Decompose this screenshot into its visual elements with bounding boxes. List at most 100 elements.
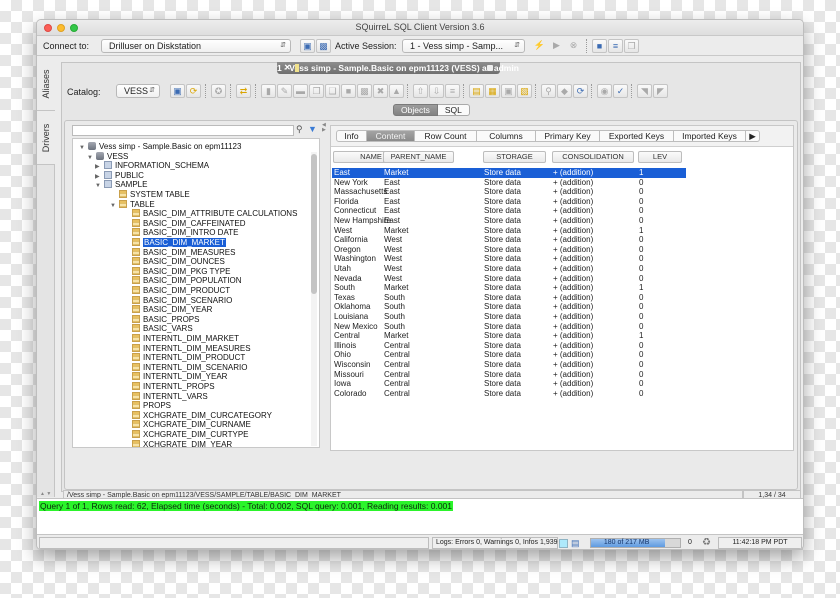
catalog-select[interactable]: VESS ⇵	[116, 84, 160, 98]
tree-scrollbar-thumb[interactable]	[311, 154, 317, 294]
tree-node[interactable]: BASIC_DIM_CAFFEINATED	[123, 218, 246, 229]
table-row[interactable]: Iowa Central Store data + (addition) 0	[332, 379, 686, 389]
table-row[interactable]: Oregon West Store data + (addition) 0	[332, 245, 686, 255]
validate-icon[interactable]: ✓	[613, 84, 628, 98]
copy-connection-icon[interactable]: ⟳	[186, 84, 201, 98]
tree-node[interactable]: BASIC_DIM_YEAR	[123, 305, 212, 315]
table-row[interactable]: Oklahoma South Store data + (addition) 0	[332, 302, 686, 312]
splitter-arrows-icon[interactable]: ◀ ▶	[322, 123, 326, 133]
column-header-parent-name[interactable]: PARENT_NAME	[383, 151, 454, 163]
tree-node[interactable]: INTERNTL_DIM_PRODUCT	[123, 353, 245, 363]
tree-node[interactable]: INTERNTL_VARS	[123, 391, 208, 402]
expand-icon[interactable]: ◥	[637, 84, 652, 98]
side-tab-aliases[interactable]: Aliases	[37, 57, 55, 111]
commit-icon[interactable]: ⇄	[236, 84, 251, 98]
tile-windows-icon[interactable]: ≡	[608, 39, 623, 53]
tab-objects[interactable]: Objects	[393, 104, 438, 116]
side-tab-drivers[interactable]: Drivers	[37, 111, 55, 165]
tree-node[interactable]: ▶ INFORMATION_SCHEMA	[95, 161, 209, 171]
cascade-windows-icon[interactable]: ❐	[624, 39, 639, 53]
maximize-window-button[interactable]	[70, 24, 78, 32]
table-row[interactable]: Connecticut East Store data + (addition) 0	[332, 206, 686, 216]
format-icon[interactable]: ◉	[597, 84, 612, 98]
tree-node[interactable]: ▶ PUBLIC	[95, 170, 144, 181]
table-row[interactable]: Nevada West Store data + (addition) 0	[332, 274, 686, 284]
sql-history-icon[interactable]: ▣	[501, 84, 516, 98]
open-folder-icon[interactable]: ▬	[293, 84, 308, 98]
table-row[interactable]: Texas South Store data + (addition) 0	[332, 293, 686, 303]
tree-node[interactable]: BASIC_DIM_ATTRIBUTE CALCULATIONS	[123, 209, 297, 219]
tab-content[interactable]: Content	[367, 130, 415, 142]
tree-node[interactable]: XCHGRATE_DIM_YEAR	[123, 439, 232, 447]
tree-scrollbar[interactable]	[311, 152, 317, 446]
tree-search-input[interactable]	[72, 125, 294, 136]
table-row[interactable]: Wisconsin Central Store data + (addition) 0	[332, 360, 686, 370]
tree-node[interactable]: INTERNTL_DIM_MARKET	[123, 334, 239, 344]
tab-sql[interactable]: SQL	[437, 104, 470, 116]
paste-icon[interactable]: ❑	[325, 84, 340, 98]
tab-exported-keys[interactable]: Exported Keys	[600, 130, 674, 142]
copy-icon[interactable]: ❐	[309, 84, 324, 98]
connect-to-select[interactable]: Drilluser on Diskstation ⇵	[101, 39, 291, 53]
new-window-icon[interactable]: ■	[592, 39, 607, 53]
tree-node[interactable]: XCHGRATE_DIM_CURNAME	[123, 420, 251, 430]
restore-session-icon[interactable]	[487, 65, 493, 71]
table-row[interactable]: Missouri Central Store data + (addition) 0	[332, 370, 686, 380]
expanded-arrow-icon[interactable]: ▼	[110, 201, 119, 211]
log-viewer-icon[interactable]: ▤	[571, 538, 580, 549]
fetch-icon[interactable]: ◆	[557, 84, 572, 98]
tree-node[interactable]: ▼ TABLE	[110, 199, 155, 211]
tree-node[interactable]: PROPS	[123, 401, 171, 411]
tree-node[interactable]: SYSTEM TABLE	[110, 190, 190, 200]
tree-node[interactable]: BASIC_DIM_MEASURES	[123, 247, 235, 258]
garbage-collect-icon[interactable]: ♻	[702, 537, 711, 548]
tab-info[interactable]: Info	[336, 130, 367, 142]
tree-node[interactable]: BASIC_DIM_SCENARIO	[123, 295, 232, 306]
delete-icon[interactable]: ✖	[373, 84, 388, 98]
tree-node[interactable]: BASIC_DIM_INTRO DATE	[123, 228, 238, 238]
tree-node[interactable]: ▼ SAMPLE	[95, 180, 147, 190]
sql-editor-icon[interactable]: ▤	[469, 84, 484, 98]
tree-node[interactable]: INTERNTL_DIM_SCENARIO	[123, 362, 247, 373]
table-row[interactable]: East Market Store data + (addition) 1	[332, 168, 686, 178]
move-down-icon[interactable]: ⇩	[429, 84, 444, 98]
filter-icon[interactable]: ▼	[308, 124, 317, 134]
tree-node[interactable]: BASIC_PROPS	[123, 314, 199, 325]
save-icon[interactable]: ■	[341, 84, 356, 98]
logs-status[interactable]: Logs: Errors 0, Warnings 0, Infos 1,939	[432, 537, 558, 549]
table-row[interactable]: Louisiana South Store data + (addition) 0	[332, 312, 686, 322]
column-header-consolidation[interactable]: CONSOLIDATION	[552, 151, 634, 163]
tree-node[interactable]: INTERNTL_DIM_YEAR	[123, 372, 227, 382]
table-row[interactable]: New York East Store data + (addition) 0	[332, 178, 686, 188]
tree-node[interactable]: BASIC_DIM_PKG TYPE	[123, 266, 230, 277]
tree-node[interactable]: BASIC_DIM_OUNCES	[123, 257, 225, 267]
stop-icon[interactable]: ⊗	[566, 39, 581, 53]
tab-imported-keys[interactable]: Imported Keys	[674, 130, 746, 142]
log-indicator-icon[interactable]	[559, 539, 568, 548]
more-tabs-arrow-icon[interactable]: ▶	[746, 130, 760, 142]
find-icon[interactable]: ⚲	[541, 84, 556, 98]
table-row[interactable]: West Market Store data + (addition) 1	[332, 226, 686, 236]
session-properties-icon[interactable]: ▩	[316, 39, 331, 53]
split-arrows-icon[interactable]: ▲ ▼	[40, 491, 51, 497]
table-row[interactable]: South Market Store data + (addition) 1	[332, 283, 686, 293]
list-icon[interactable]: ≡	[445, 84, 460, 98]
tree-node[interactable]: XCHGRATE_DIM_CURCATEGORY	[123, 410, 272, 421]
new-session-icon[interactable]: ▣	[300, 39, 315, 53]
tree-node[interactable]: BASIC_DIM_MARKET	[123, 238, 226, 248]
close-session-icon[interactable]: ✕	[284, 62, 291, 74]
close-window-button[interactable]	[44, 24, 52, 32]
sync-icon[interactable]: ⟳	[573, 84, 588, 98]
column-header-lev[interactable]: LEV	[638, 151, 682, 163]
table-row[interactable]: New Mexico South Store data + (addition) 0	[332, 322, 686, 332]
table-row[interactable]: Colorado Central Store data + (addition) 0	[332, 389, 686, 399]
tab-row-count[interactable]: Row Count	[415, 130, 477, 142]
tree-node[interactable]: XCHGRATE_DIM_CURTYPE	[123, 430, 249, 440]
edit-file-icon[interactable]: ✎	[277, 84, 292, 98]
tree-node[interactable]: BASIC_VARS	[123, 324, 193, 334]
table-row[interactable]: Ohio Central Store data + (addition) 0	[332, 350, 686, 360]
move-up-icon[interactable]: ⇧	[413, 84, 428, 98]
minimize-window-button[interactable]	[57, 24, 65, 32]
tree-node[interactable]: ▼ Vess simp - Sample.Basic on epm11123	[79, 142, 241, 152]
tree-node[interactable]: BASIC_DIM_PRODUCT	[123, 286, 230, 296]
